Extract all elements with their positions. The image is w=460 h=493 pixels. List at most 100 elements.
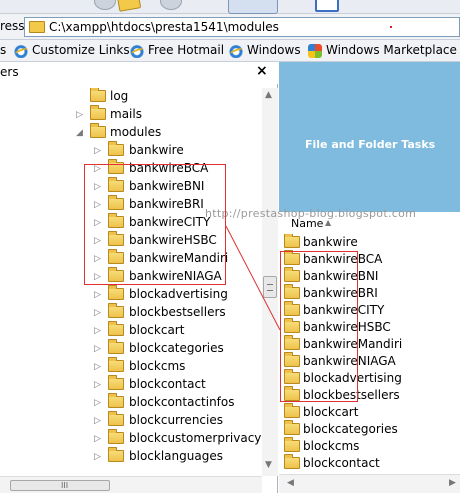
link-free-hotmail[interactable]: Free Hotmail xyxy=(148,43,224,57)
tree-item[interactable]: ▷ blockbestsellers xyxy=(0,303,262,322)
folder-icon xyxy=(284,437,300,452)
folder-icon xyxy=(90,105,106,120)
address-bar: ress C:\xampp\htdocs\presta1541\modules xyxy=(0,14,460,40)
tree-item-label: mails xyxy=(110,107,142,121)
windows-logo-icon xyxy=(308,44,322,58)
folder-icon xyxy=(284,420,300,435)
tree-item[interactable]: ▷ blockcategories xyxy=(0,339,262,358)
folder-icon xyxy=(108,393,124,408)
tree-item-label: blocklanguages xyxy=(129,449,223,463)
tree-item-label: blockcontactinfos xyxy=(129,395,235,409)
expand-arrow-icon[interactable]: ▷ xyxy=(94,380,102,390)
expand-arrow-icon[interactable]: ▷ xyxy=(94,146,102,156)
address-path[interactable]: C:\xampp\htdocs\presta1541\modules xyxy=(49,20,279,34)
tree-item[interactable]: ▷ blocklanguages xyxy=(0,447,262,466)
expand-arrow-icon[interactable]: ▷ xyxy=(94,416,102,426)
folder-icon xyxy=(108,321,124,336)
folder-icon xyxy=(108,429,124,444)
tree-item-label: log xyxy=(110,89,129,103)
expand-arrow-icon[interactable]: ▷ xyxy=(94,434,102,444)
search-button[interactable] xyxy=(160,0,182,10)
tree-item[interactable]: ▷ bankwire xyxy=(0,141,262,160)
folder-icon xyxy=(108,357,124,372)
task-panel-title[interactable]: File and Folder Tasks xyxy=(305,138,435,151)
tree-item[interactable]: ▷ blockcurrencies xyxy=(0,411,262,430)
scroll-up-icon[interactable]: ▲ xyxy=(265,90,272,100)
list-item[interactable]: blockcms xyxy=(279,437,460,455)
expand-arrow-icon[interactable]: ▷ xyxy=(94,362,102,372)
tree-item-label: blockcustomerprivacy xyxy=(129,431,262,445)
folder-icon xyxy=(108,285,124,300)
tree-item[interactable]: ▷ blockadvertising xyxy=(0,285,262,304)
list-item-label: blockcategories xyxy=(303,422,398,436)
folder-icon xyxy=(108,375,124,390)
name-column-header[interactable]: Name ▲ xyxy=(279,214,460,234)
list-item-label: blockcart xyxy=(303,405,359,419)
address-input[interactable]: C:\xampp\htdocs\presta1541\modules xyxy=(24,17,460,37)
list-item-label: blockcontact xyxy=(303,456,380,470)
scroll-right-icon[interactable]: ▶ xyxy=(449,478,456,488)
expand-arrow-icon[interactable] xyxy=(76,92,84,102)
tree-item[interactable]: ▷ blockcustomerprivacy xyxy=(0,429,262,448)
link-customize-links[interactable]: Customize Links xyxy=(32,43,130,57)
scroll-left-icon[interactable]: ◀ xyxy=(287,478,294,488)
vertical-scrollbar[interactable]: ▲ ▼ xyxy=(262,88,278,476)
expand-arrow-icon[interactable]: ▷ xyxy=(94,398,102,408)
scroll-thumb[interactable] xyxy=(263,276,277,298)
expand-arrow-icon[interactable]: ▷ xyxy=(76,110,84,120)
list-item[interactable]: blockcart xyxy=(279,403,460,421)
collapse-arrow-icon[interactable]: ◢ xyxy=(76,128,84,138)
tree-item-label: blockcms xyxy=(129,359,186,373)
link-partial[interactable]: s xyxy=(0,43,6,57)
list-item[interactable]: bankwire xyxy=(279,234,460,251)
close-icon[interactable]: × xyxy=(256,63,268,79)
tree-item[interactable]: ▷ mails xyxy=(0,105,262,124)
folder-icon xyxy=(284,403,300,418)
tree-item[interactable]: ▷ blockcart xyxy=(0,321,262,340)
hscroll-thumb[interactable]: III xyxy=(10,480,110,491)
folder-icon xyxy=(29,21,45,33)
list-item[interactable]: blockcontact xyxy=(279,454,460,472)
ie-icon xyxy=(130,44,144,58)
expand-arrow-icon[interactable]: ▷ xyxy=(94,344,102,354)
tree-item-label: blockcurrencies xyxy=(129,413,223,427)
name-column-label: Name xyxy=(291,217,324,230)
views-button[interactable] xyxy=(315,0,339,12)
tree-item-label: blockcontact xyxy=(129,377,206,391)
scroll-down-icon[interactable]: ▼ xyxy=(265,460,272,470)
link-windows[interactable]: Windows xyxy=(247,43,301,57)
links-bar: s Customize Links Free Hotmail Windows W… xyxy=(0,40,460,62)
explorer-window: ress C:\xampp\htdocs\presta1541\modules … xyxy=(0,0,460,493)
right-horizontal-scrollbar[interactable]: ◀ ▶ xyxy=(279,474,460,493)
ie-icon xyxy=(229,44,243,58)
tree-item-label: modules xyxy=(110,125,162,139)
grip-icon: III xyxy=(61,481,69,490)
horizontal-scrollbar[interactable]: III xyxy=(0,476,262,493)
expand-arrow-icon[interactable]: ▷ xyxy=(94,290,102,300)
link-windows-marketplace[interactable]: Windows Marketplace xyxy=(326,43,457,57)
tree-item[interactable]: ▷ blockcms xyxy=(0,357,262,376)
expand-arrow-icon[interactable]: ▷ xyxy=(94,326,102,336)
folder-icon xyxy=(108,447,124,462)
tree-item[interactable]: ▷ blockcontactinfos xyxy=(0,393,262,412)
folder-icon xyxy=(90,123,106,138)
up-folder-icon[interactable] xyxy=(116,0,142,12)
expand-arrow-icon[interactable]: ▷ xyxy=(94,452,102,462)
address-label: ress xyxy=(0,19,25,33)
back-button[interactable] xyxy=(94,0,116,10)
list-item[interactable]: blockcategories xyxy=(279,420,460,438)
folders-button[interactable] xyxy=(228,0,278,14)
tree-item-label: blockbestsellers xyxy=(129,305,226,319)
tree-item[interactable]: ◢ modules xyxy=(0,123,262,142)
tree-item[interactable]: ▷ blockcontact xyxy=(0,375,262,394)
tree-item[interactable]: log xyxy=(0,88,262,106)
folder-icon xyxy=(108,303,124,318)
task-panel: File and Folder Tasks xyxy=(279,62,460,212)
expand-arrow-icon[interactable]: ▷ xyxy=(94,308,102,318)
list-item-label: blockcms xyxy=(303,439,360,453)
folder-icon xyxy=(90,88,106,102)
folders-title: ers xyxy=(0,65,19,79)
tree-item-label: blockcart xyxy=(129,323,185,337)
folders-header: ers × xyxy=(0,62,278,84)
tree-item-label: blockadvertising xyxy=(129,287,228,301)
